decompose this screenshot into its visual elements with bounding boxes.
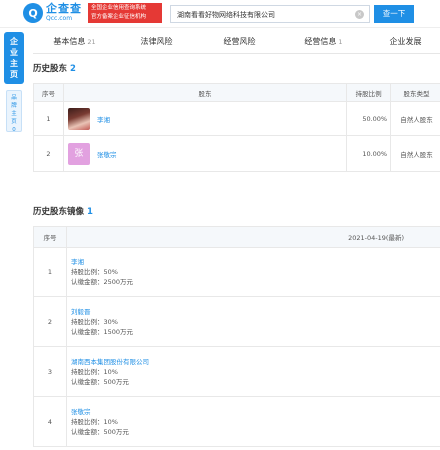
table-row: 1 李湘 50.00% 自然人股东 [33, 101, 440, 136]
col-index-header: 序号 [33, 226, 67, 248]
brand-homepage-tab[interactable]: 品 牌 主 页 0 [6, 90, 22, 133]
tab-company-development[interactable]: 企业发展 [365, 32, 440, 53]
slogan-line-1: 全国企业信用查询系统 [91, 5, 147, 11]
credit-slogan-badge: 全国企业信用查询系统 官方备案企业征信机构 [88, 3, 162, 23]
slogan-line-2: 官方备案企业征信机构 [91, 14, 147, 20]
col-type-header: 股东类型 [390, 83, 440, 102]
brand-count-badge: 0 [12, 127, 16, 133]
history-mirror-count: 1 [87, 207, 93, 217]
col-shareholder-header: 股东 [62, 83, 348, 102]
tab-basic-info[interactable]: 基本信息 21 [33, 32, 116, 53]
site-logo[interactable]: Q 企查查 Qcc.com [23, 3, 82, 23]
tab-operating-info[interactable]: 经营信息 1 [282, 32, 365, 53]
table-row: 1 李湘 持股比例：50% 认缴金额：2500万元 [33, 247, 440, 297]
top-header: Q 企查查 Qcc.com 全国企业信用查询系统 官方备案企业征信机构 湖南看看… [0, 0, 440, 28]
history-mirror-table: 序号 2021-04-19(最新) 1 李湘 持股比例：50% 认缴金额：250… [33, 226, 440, 447]
shareholder-type: 自然人股东 [390, 101, 440, 136]
shareholder-ratio: 10.00% [346, 135, 392, 172]
mirror-name-link[interactable]: 李湘 [71, 257, 440, 267]
history-shareholders-count: 2 [70, 64, 76, 74]
avatar[interactable] [67, 107, 90, 130]
history-shareholders-table: 序号 股东 持股比例 股东类型 1 李湘 50.00% 自然人股东 2 张 张敬… [33, 83, 440, 172]
company-homepage-tab[interactable]: 企 业 主 页 [4, 32, 24, 84]
history-shareholders-title: 历史股东 2 [33, 64, 76, 74]
section-tabbar: 基本信息 21 法律风险 经营风险 经营信息 1 企业发展 [33, 32, 440, 54]
logo-domain: Qcc.com [46, 15, 73, 22]
shareholder-name-link[interactable]: 李湘 [97, 116, 110, 124]
search-button[interactable]: 查一下 [374, 5, 414, 23]
table-row: 2 张 张敬宗 10.00% 自然人股东 [33, 135, 440, 172]
avatar[interactable]: 张 [67, 142, 90, 165]
table-header-row: 序号 2021-04-19(最新) [33, 226, 440, 248]
table-row: 2 刘毅晋 持股比例：30% 认缴金额：1500万元 [33, 296, 440, 347]
shareholder-type: 自然人股东 [390, 135, 440, 172]
clear-icon[interactable]: × [355, 10, 364, 19]
logo-q-icon: Q [23, 3, 43, 23]
mirror-name-link[interactable]: 张敬宗 [71, 407, 440, 417]
table-row: 3 湖南西本集团股份有限公司 持股比例：10% 认缴金额：500万元 [33, 346, 440, 397]
col-date-header: 2021-04-19(最新) [66, 226, 440, 248]
search-input-value[interactable]: 湖南看看好物网络科技有限公司 [177, 10, 275, 20]
tab-operational-risk[interactable]: 经营风险 [199, 32, 282, 53]
history-mirror-title: 历史股东镜像 1 [33, 207, 93, 217]
col-index-header: 序号 [33, 83, 64, 102]
shareholder-name-link[interactable]: 张敬宗 [97, 151, 117, 159]
shareholder-ratio: 50.00% [346, 101, 392, 136]
logo-title: 企查查 [46, 2, 82, 15]
search-input[interactable]: 湖南看看好物网络科技有限公司 × [170, 5, 370, 23]
tab-legal-risk[interactable]: 法律风险 [116, 32, 199, 53]
mirror-name-link[interactable]: 湖南西本集团股份有限公司 [71, 357, 440, 367]
mirror-name-link[interactable]: 刘毅晋 [71, 307, 440, 317]
table-row: 4 张敬宗 持股比例：10% 认缴金额：500万元 [33, 396, 440, 447]
col-ratio-header: 持股比例 [346, 83, 392, 102]
table-header-row: 序号 股东 持股比例 股东类型 [33, 83, 440, 102]
